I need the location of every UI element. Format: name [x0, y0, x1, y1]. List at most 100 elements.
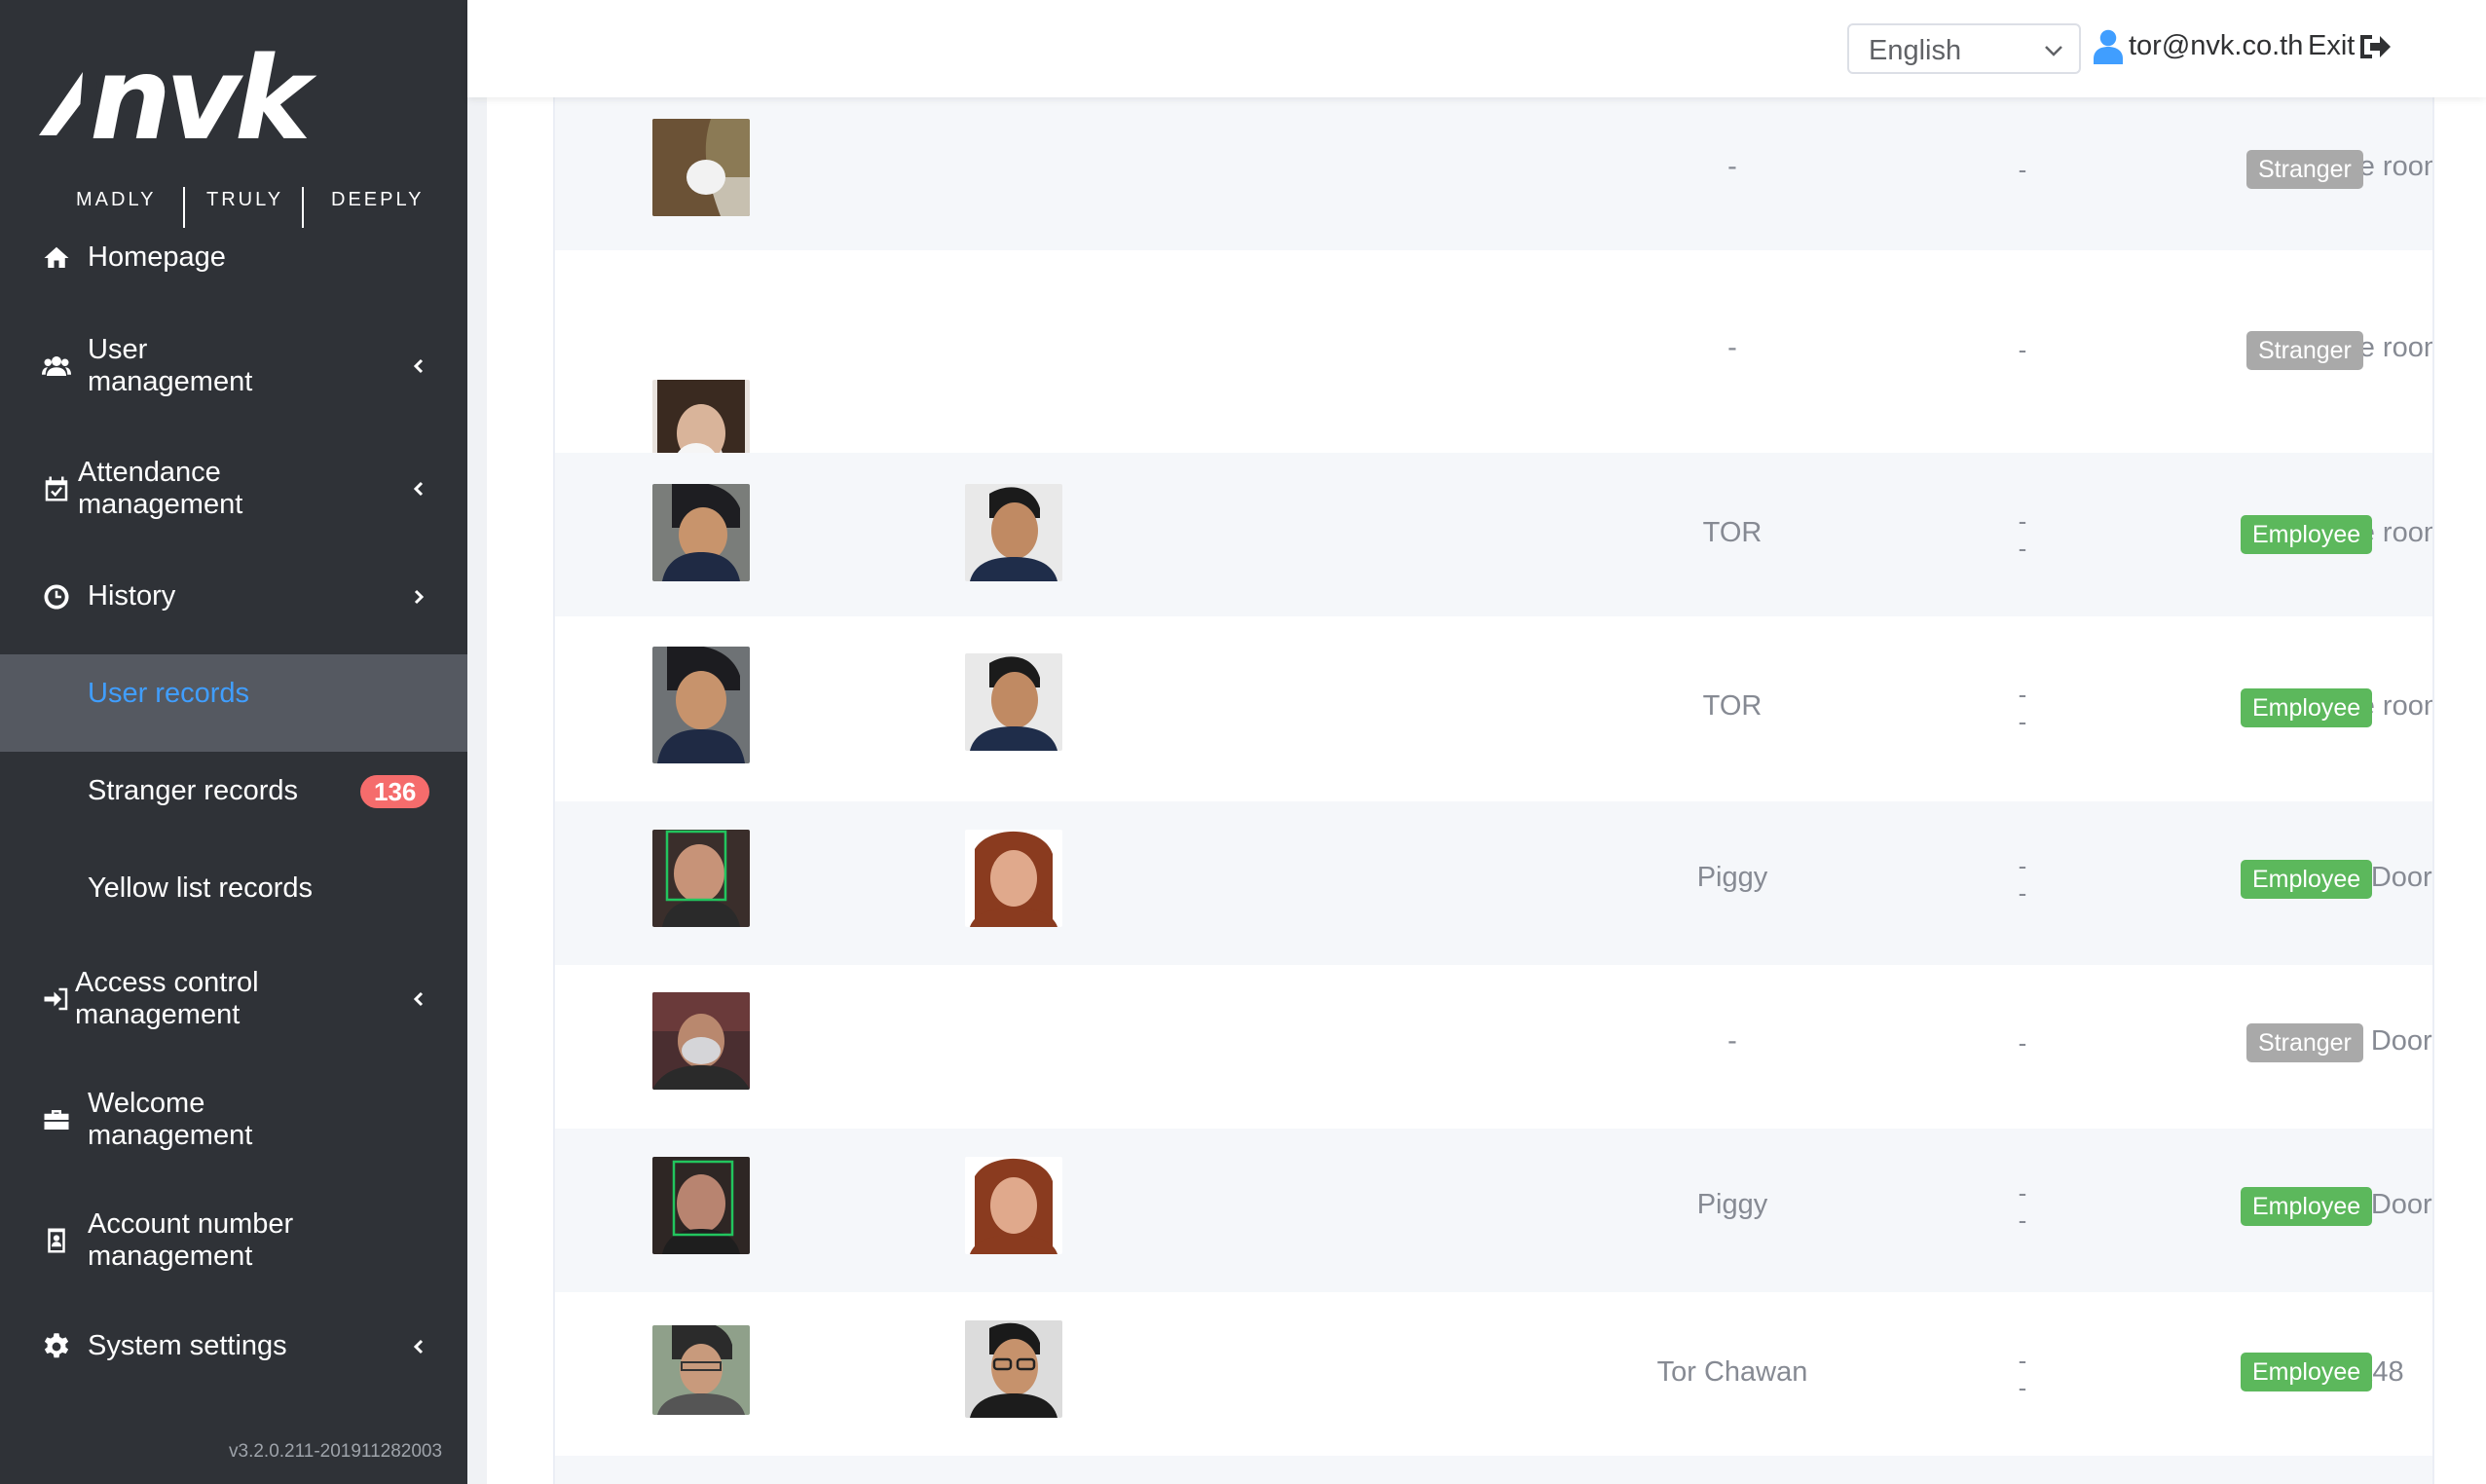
record-time: - - — [2018, 680, 2027, 736]
table-row[interactable]: TOR - - service room Employee — [555, 616, 2432, 801]
sidebar-item-label: User management — [88, 334, 253, 397]
chevron-left-icon — [409, 989, 428, 1009]
capture-photo — [652, 647, 750, 763]
sidebar-item-history[interactable]: History — [0, 573, 467, 621]
record-name: TOR — [1702, 517, 1762, 548]
registered-photo — [965, 653, 1062, 751]
nvk-logo-mark: nvk — [39, 43, 323, 150]
record-time: - — [2018, 155, 2027, 184]
status-badge: Stranger — [2246, 150, 2363, 189]
table-row[interactable] — [555, 1456, 2432, 1484]
record-name: Tor Chawan — [1656, 1356, 1808, 1388]
chevron-down-icon — [2042, 39, 2065, 62]
table-row[interactable]: Piggy - - Back Door Employee — [555, 1129, 2432, 1292]
sidebar-subitem-label: Yellow list records — [88, 872, 314, 904]
chevron-left-icon — [409, 479, 428, 499]
tagline-truly: TRULY — [206, 189, 284, 210]
id-badge-icon — [39, 1223, 74, 1258]
capture-photo — [652, 992, 750, 1090]
language-select[interactable]: English — [1847, 23, 2081, 74]
chevron-right-icon — [409, 587, 428, 607]
gear-icon — [39, 1329, 74, 1364]
registered-photo — [965, 830, 1062, 927]
status-badge: Stranger — [2246, 331, 2363, 370]
record-time: - - — [2018, 506, 2027, 563]
sidebar-item-user-management[interactable]: User management — [0, 331, 467, 401]
status-badge: Employee — [2241, 860, 2373, 899]
status-badge: Employee — [2241, 1187, 2373, 1226]
table-row[interactable]: TOR - - service room Employee — [555, 453, 2432, 616]
sidebar-item-label: Welcome management — [88, 1088, 253, 1151]
table-row[interactable]: Piggy - - Back Door Employee — [555, 801, 2432, 965]
record-time: - — [2018, 335, 2027, 364]
table-row[interactable]: - - Back Door Stranger — [555, 965, 2432, 1129]
sidebar-item-label: History — [88, 580, 176, 612]
sidebar-subitem-yellow-list-records[interactable]: Yellow list records — [0, 849, 467, 946]
record-name: Piggy — [1696, 1189, 1768, 1220]
record-name: Piggy — [1696, 862, 1768, 893]
record-time: - - — [2018, 1346, 2027, 1402]
stranger-count-badge: 136 — [360, 775, 430, 808]
sidebar-item-label: Homepage — [88, 241, 226, 273]
record-name: - — [1727, 1025, 1737, 1057]
status-badge: Employee — [2241, 515, 2373, 554]
record-name: - — [1727, 332, 1737, 363]
language-select-value: English — [1869, 35, 1962, 66]
sidebar-subitem-stranger-records[interactable]: Stranger records 136 — [0, 752, 467, 849]
sidebar: nvk MADLY TRULY DEEPLY Homepage User man… — [0, 0, 467, 1484]
record-time: - — [2018, 1028, 2027, 1057]
sidebar-subitem-label: Stranger records — [88, 775, 298, 806]
exit-button[interactable]: Exit — [2308, 30, 2355, 62]
capture-photo — [652, 1157, 750, 1254]
table-row[interactable]: - - service room Stranger — [555, 250, 2432, 514]
record-time: - - — [2018, 851, 2027, 908]
tagline-madly: MADLY — [76, 189, 157, 210]
chevron-left-icon — [409, 356, 428, 376]
sidebar-subitem-label: User records — [88, 678, 249, 709]
home-icon — [39, 241, 74, 276]
user-email: tor@nvk.co.th — [2129, 30, 2304, 61]
capture-photo — [652, 830, 750, 927]
top-header: English tor@nvk.co.th Exit — [467, 0, 2486, 97]
calendar-check-icon — [39, 471, 74, 506]
briefcase-icon — [39, 1102, 74, 1137]
records-table: - - service room Stranger - - service ro… — [553, 97, 2434, 1484]
sidebar-item-label: System settings — [88, 1330, 287, 1361]
capture-photo — [652, 1325, 750, 1415]
capture-photo — [652, 484, 750, 581]
table-row[interactable]: Tor Chawan - - nvk48 Employee — [555, 1292, 2432, 1456]
registered-photo — [965, 1320, 1062, 1418]
record-name: - — [1727, 151, 1737, 182]
table-row[interactable]: - - service room Stranger — [555, 97, 2432, 250]
status-badge: Stranger — [2246, 1023, 2363, 1062]
sidebar-item-access-control-management[interactable]: Access control management — [0, 964, 467, 1034]
record-time: - - — [2018, 1178, 2027, 1235]
chevron-left-icon — [409, 1337, 428, 1356]
capture-photo — [652, 119, 750, 216]
status-badge: Employee — [2241, 1353, 2373, 1391]
user-icon — [2094, 29, 2123, 64]
app-version: v3.2.0.211-201911282003 — [229, 1441, 443, 1462]
sign-out-icon[interactable] — [2358, 31, 2392, 62]
tagline-divider — [302, 187, 304, 228]
sidebar-item-label: Account number management — [88, 1208, 294, 1272]
registered-photo — [965, 484, 1062, 581]
registered-photo — [965, 1157, 1062, 1254]
sidebar-item-account-number-management[interactable]: Account number management — [0, 1206, 467, 1276]
sign-in-icon — [39, 982, 74, 1017]
tagline-deeply: DEEPLY — [331, 189, 425, 210]
sidebar-subitem-user-records[interactable]: User records — [0, 654, 467, 752]
record-name: TOR — [1702, 690, 1762, 722]
users-icon — [39, 349, 74, 384]
sidebar-item-system-settings[interactable]: System settings — [0, 1322, 467, 1371]
tagline-divider — [183, 187, 185, 228]
status-badge: Employee — [2241, 688, 2373, 727]
sidebar-item-label: Access control management — [75, 967, 259, 1030]
sidebar-item-homepage[interactable]: Homepage — [0, 234, 467, 282]
clock-icon — [39, 579, 74, 614]
sidebar-item-welcome-management[interactable]: Welcome management — [0, 1085, 467, 1155]
nvk-logo[interactable]: nvk MADLY TRULY DEEPLY — [39, 43, 428, 228]
sidebar-item-attendance-management[interactable]: Attendance management — [0, 454, 467, 524]
sidebar-item-label: Attendance management — [78, 457, 243, 520]
svg-text:nvk: nvk — [90, 43, 317, 150]
